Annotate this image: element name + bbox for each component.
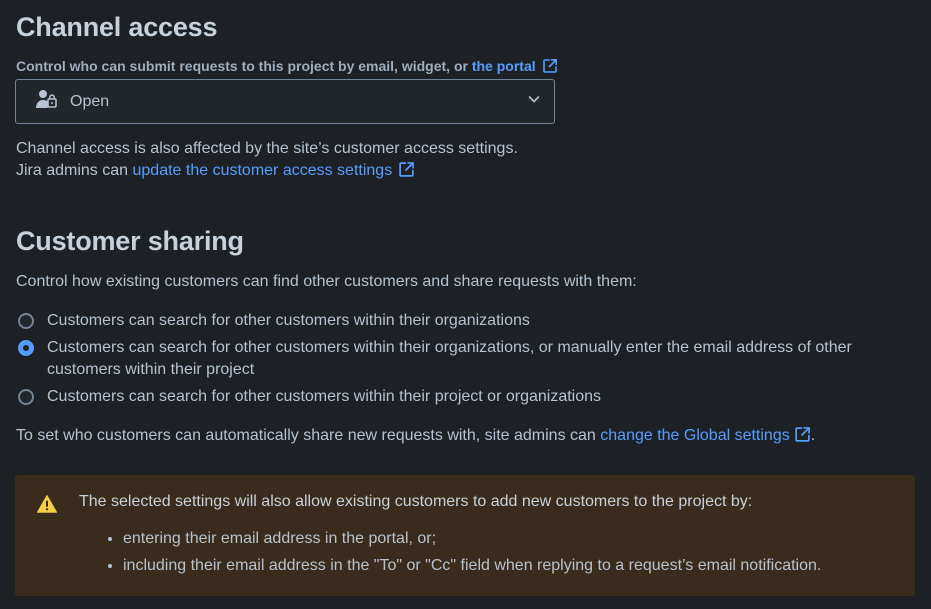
warning-list-item: including their email address in the "To… xyxy=(123,555,821,577)
customer-sharing-radio-group: Customers can search for other customers… xyxy=(18,310,918,413)
sharing-option-project-or-organizations[interactable]: Customers can search for other customers… xyxy=(18,386,918,408)
radio-button[interactable] xyxy=(18,313,34,329)
radio-button[interactable] xyxy=(18,389,34,405)
sharing-option-organizations-or-email[interactable]: Customers can search for other customers… xyxy=(18,337,918,381)
channel-access-title: Channel access xyxy=(16,12,218,42)
external-link-icon xyxy=(542,58,558,77)
customer-sharing-title: Customer sharing xyxy=(16,226,244,256)
external-link-icon xyxy=(794,426,811,448)
customer-sharing-description: Control how existing customers can find … xyxy=(16,273,637,290)
change-global-settings-link[interactable]: change the Global settings xyxy=(600,427,789,444)
warning-icon xyxy=(37,495,57,518)
warning-text: The selected settings will also allow ex… xyxy=(79,493,753,510)
portal-link[interactable]: the portal xyxy=(472,58,536,74)
chevron-down-icon xyxy=(526,91,542,112)
warning-list-item: entering their email address in the port… xyxy=(123,528,821,550)
warning-list: entering their email address in the port… xyxy=(85,528,821,582)
channel-access-note-line1: Channel access is also affected by the s… xyxy=(16,140,518,157)
external-link-icon xyxy=(398,161,415,185)
channel-access-note-line2: Jira admins can update the customer acce… xyxy=(16,160,518,185)
person-lock-icon xyxy=(36,89,58,114)
global-settings-note-text: To set who customers can automatically s… xyxy=(16,427,601,444)
global-settings-note: To set who customers can automatically s… xyxy=(16,426,815,448)
channel-access-subtitle-text: Control who can submit requests to this … xyxy=(16,58,472,74)
radio-label: Customers can search for other customers… xyxy=(47,339,852,378)
radio-label: Customers can search for other customers… xyxy=(47,312,530,329)
radio-button-selected[interactable] xyxy=(18,340,34,356)
sharing-option-organizations[interactable]: Customers can search for other customers… xyxy=(18,310,918,332)
channel-access-subtitle: Control who can submit requests to this … xyxy=(16,58,558,77)
update-customer-access-link[interactable]: update the customer access settings xyxy=(133,162,393,179)
channel-access-note: Channel access is also affected by the s… xyxy=(16,138,518,185)
global-settings-note-suffix: . xyxy=(810,427,816,444)
warning-section-message: The selected settings will also allow ex… xyxy=(15,475,915,596)
channel-access-value: Open xyxy=(70,92,110,110)
channel-access-note-prefix: Jira admins can xyxy=(16,162,133,179)
channel-access-select[interactable]: Open xyxy=(15,79,555,124)
radio-label: Customers can search for other customers… xyxy=(47,388,602,405)
project-settings-page: Channel access Control who can submit re… xyxy=(0,0,931,609)
